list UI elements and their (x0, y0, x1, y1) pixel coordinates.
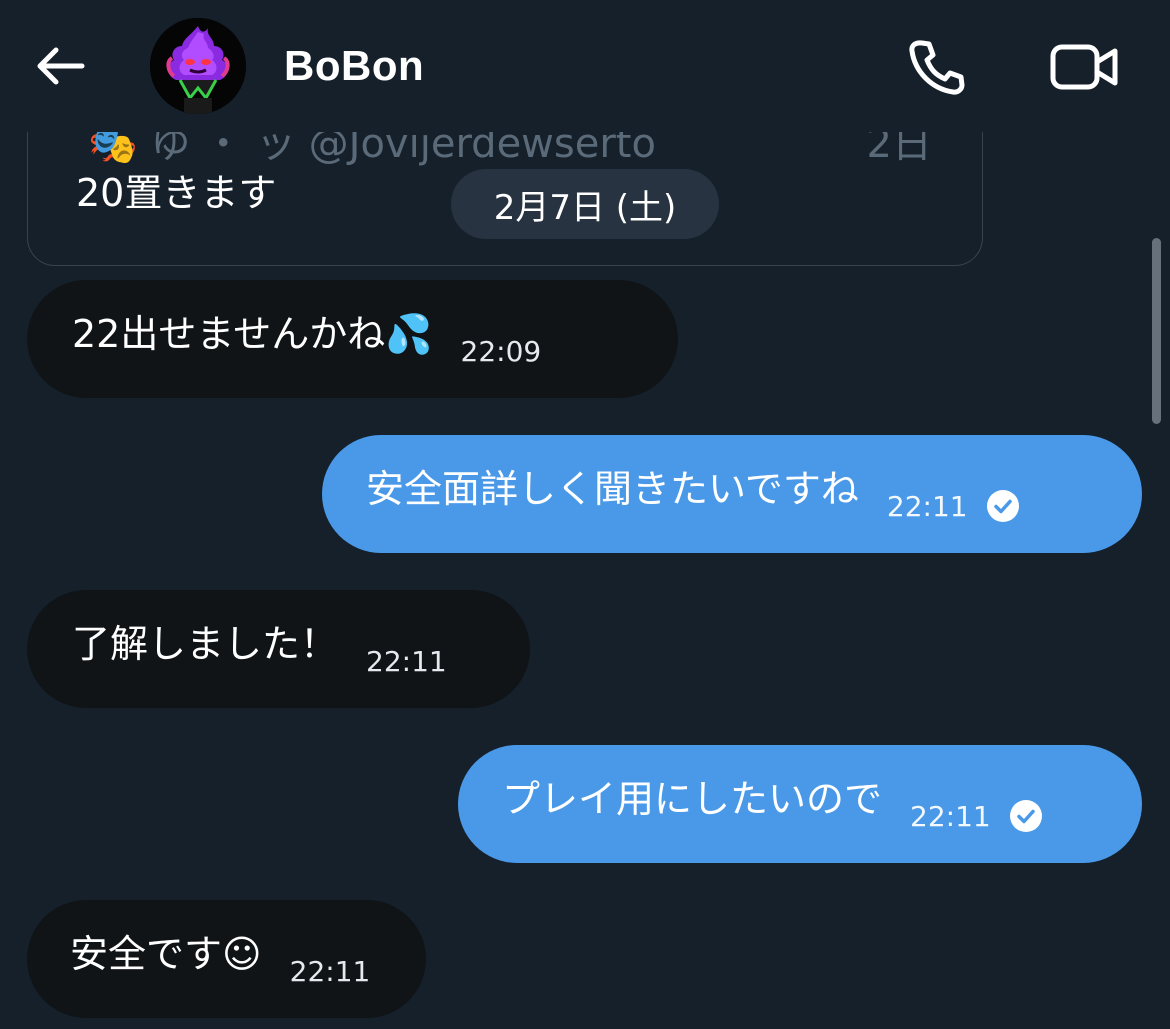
message-bubble-incoming[interactable]: 了解しました！ 22:11 (27, 590, 530, 708)
message-text: 22出せませんかね💦 (72, 312, 433, 356)
quoted-post-text: 20置きます (76, 171, 277, 215)
read-receipt-icon (1009, 799, 1043, 833)
call-button[interactable] (903, 36, 969, 98)
scrollbar[interactable] (1152, 238, 1161, 424)
message-time: 22:11 (289, 954, 371, 988)
contact-name[interactable]: BoBon (284, 40, 424, 92)
message-bubble-outgoing[interactable]: プレイ用にしたいので 22:11 (458, 745, 1142, 863)
message-time: 22:11 (366, 644, 447, 678)
message-text: 安全です☺ (70, 932, 262, 976)
video-call-button[interactable] (1045, 36, 1123, 98)
message-bubble-incoming[interactable]: 安全です☺ 22:11 (27, 900, 426, 1018)
conversation-header: BoBon (0, 0, 1170, 132)
message-text: プレイ用にしたいので (502, 777, 883, 821)
message-time: 22:11 (910, 799, 991, 833)
message-text: 了解しました！ (72, 622, 339, 666)
message-bubble-outgoing[interactable]: 安全面詳しく聞きたいですね 22:11 (322, 435, 1142, 553)
message-time: 22:09 (460, 334, 542, 368)
message-text: 安全面詳しく聞きたいですね (366, 467, 859, 511)
message-bubble-incoming[interactable]: 22出せませんかね💦 22:09 (27, 280, 678, 398)
avatar[interactable] (150, 18, 246, 114)
video-camera-icon (1050, 44, 1118, 90)
back-button[interactable] (30, 40, 90, 92)
read-receipt-icon (986, 489, 1020, 523)
message-time: 22:11 (886, 489, 968, 523)
purple-flame-avatar-icon (150, 18, 246, 114)
phone-icon (909, 40, 965, 95)
date-separator: 2月7日 (土) (451, 169, 719, 239)
arrow-left-icon (37, 47, 85, 85)
